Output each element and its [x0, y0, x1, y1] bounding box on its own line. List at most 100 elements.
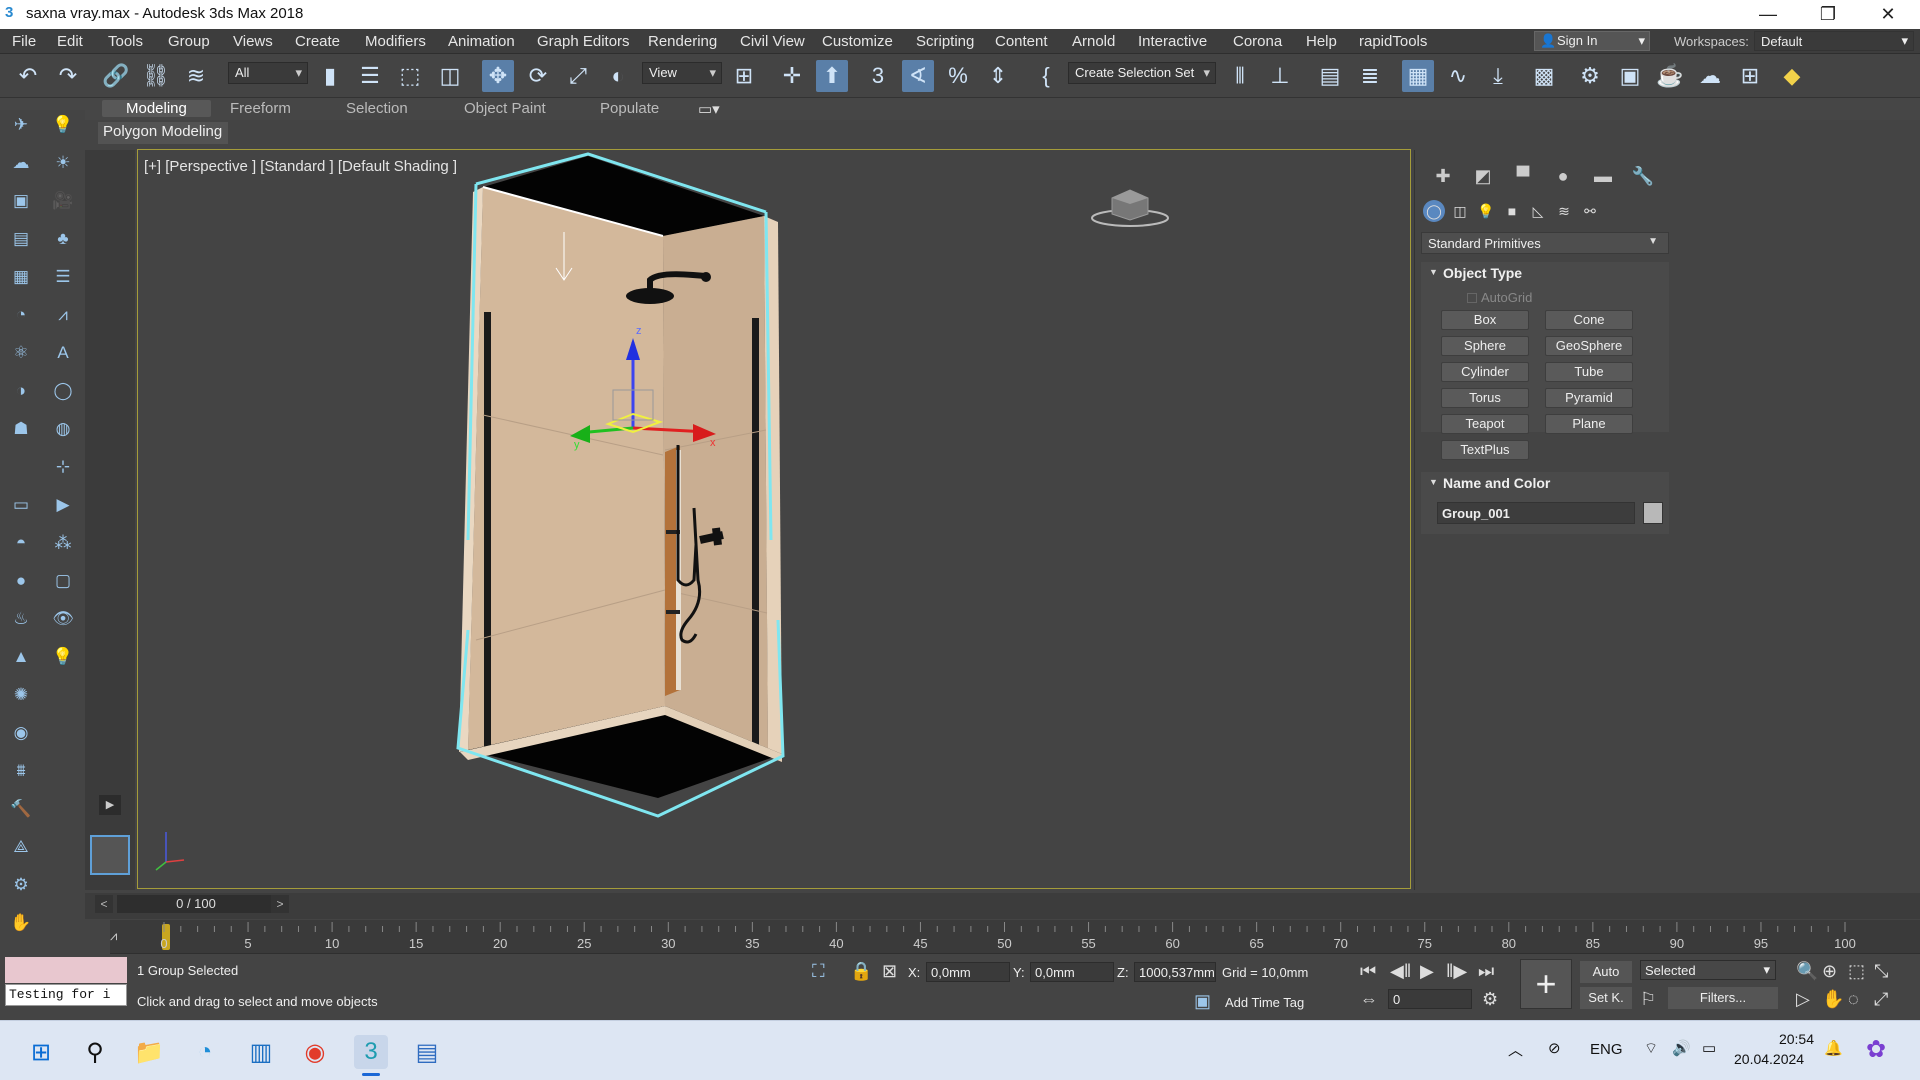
- unlink-icon[interactable]: ⛓: [140, 60, 172, 92]
- render-in-cloud-icon[interactable]: ☁: [1694, 60, 1726, 92]
- select-by-name-icon[interactable]: ☰: [354, 60, 386, 92]
- isolate-selection-icon[interactable]: ⛶: [812, 961, 825, 982]
- viewport-layout-thumb[interactable]: [90, 835, 130, 875]
- ufo-icon[interactable]: ♨: [8, 606, 34, 632]
- key-filter-selected-dropdown[interactable]: Selected ▾: [1640, 960, 1776, 980]
- list-icon[interactable]: ☰: [50, 264, 76, 290]
- set-key-button[interactable]: Set K.: [1580, 987, 1632, 1009]
- next-frame-icon[interactable]: ‖▶: [1446, 961, 1467, 982]
- go-to-start-icon[interactable]: ⏮: [1360, 961, 1376, 982]
- filters-button[interactable]: Filters...: [1668, 987, 1778, 1009]
- menu-views[interactable]: Views: [233, 33, 273, 50]
- maxscript-listener-input[interactable]: Testing for i: [5, 984, 127, 1006]
- primitive-category-dropdown[interactable]: Standard Primitives: [1421, 232, 1669, 254]
- shapes-icon[interactable]: ◫: [1449, 200, 1471, 222]
- percent-snap-icon[interactable]: %: [942, 60, 974, 92]
- tab-populate[interactable]: Populate: [600, 100, 659, 117]
- name-and-color-header[interactable]: Name and Color: [1421, 472, 1669, 494]
- workspace-dropdown[interactable]: Default ▾: [1754, 31, 1914, 51]
- close-button[interactable]: ✕: [1860, 0, 1916, 29]
- textplus-button[interactable]: TextPlus: [1441, 440, 1529, 460]
- named-selection-set-dropdown[interactable]: Create Selection Set: [1068, 62, 1216, 84]
- volume-icon[interactable]: 🔊: [1672, 1039, 1691, 1057]
- key-mode-icon[interactable]: ⚐: [1640, 989, 1656, 1010]
- show-hidden-icons-icon[interactable]: ︿: [1508, 1039, 1523, 1060]
- bind-space-warp-icon[interactable]: ≋: [180, 60, 212, 92]
- layer-explorer-icon[interactable]: ≣: [1354, 60, 1386, 92]
- zoom-all-icon[interactable]: ⊕: [1822, 961, 1837, 982]
- schematic-view-icon[interactable]: ⤓: [1482, 60, 1514, 92]
- menu-edit[interactable]: Edit: [57, 33, 83, 50]
- keyboard-shortcut-override-icon[interactable]: ⬆: [816, 60, 848, 92]
- ring-icon[interactable]: ◯: [50, 378, 76, 404]
- lock-selection-icon[interactable]: 🔒: [850, 961, 872, 982]
- edge-browser-icon[interactable]: ◔: [188, 1035, 222, 1069]
- selection-filter-dropdown[interactable]: All: [228, 62, 308, 84]
- tab-freeform[interactable]: Freeform: [230, 100, 291, 117]
- mirror-icon[interactable]: ⫴: [1224, 60, 1256, 92]
- zoom-extents-all-icon[interactable]: ⤡: [1874, 961, 1888, 982]
- bulb-icon[interactable]: 💡: [50, 644, 76, 670]
- letter-a-icon[interactable]: A: [50, 340, 76, 366]
- menu-scripting[interactable]: Scripting: [916, 33, 974, 50]
- toggle-ribbon-icon[interactable]: ▦: [1402, 60, 1434, 92]
- grid-icon[interactable]: ▦: [8, 264, 34, 290]
- language-indicator[interactable]: ENG: [1590, 1041, 1623, 1058]
- play-icon[interactable]: ▶: [1420, 961, 1434, 982]
- windows-start-icon[interactable]: ⊞: [24, 1035, 58, 1069]
- sound-icon[interactable]: ◑: [8, 378, 34, 404]
- time-config-arrows-icon[interactable]: ⇔: [1360, 989, 1378, 1010]
- set-key-big-button[interactable]: +: [1520, 959, 1572, 1009]
- orbit-icon[interactable]: ◌: [1848, 989, 1859, 1010]
- pan-view-icon[interactable]: ✋: [1822, 989, 1844, 1010]
- go-to-end-icon[interactable]: ⏭: [1478, 961, 1494, 982]
- eye-icon[interactable]: 👁: [50, 606, 76, 632]
- file-explorer-icon[interactable]: 📁: [132, 1035, 166, 1069]
- helpers-icon[interactable]: ◺: [1527, 200, 1549, 222]
- select-manipulate-icon[interactable]: ✛: [776, 60, 808, 92]
- teapot-button[interactable]: Teapot: [1441, 414, 1529, 434]
- hierarchy-tab-icon[interactable]: ▀: [1507, 162, 1539, 190]
- tab-object-paint[interactable]: Object Paint: [464, 100, 546, 117]
- menu-file[interactable]: File: [12, 33, 36, 50]
- document-icon[interactable]: ▤: [8, 226, 34, 252]
- align-icon[interactable]: ⊥: [1264, 60, 1296, 92]
- tab-modeling[interactable]: Modeling: [102, 100, 211, 117]
- perspective-viewport[interactable]: z x y [+] [Perspective ] [Standard ] [De…: [137, 149, 1411, 889]
- render-production-icon[interactable]: ☕: [1654, 60, 1686, 92]
- add-time-tag[interactable]: Add Time Tag: [1225, 995, 1304, 1010]
- absolute-mode-icon[interactable]: ⊠: [882, 961, 897, 982]
- hammer-icon[interactable]: 🔨: [8, 796, 34, 822]
- time-next-button[interactable]: >: [271, 895, 289, 913]
- geosphere-button[interactable]: GeoSphere: [1545, 336, 1633, 356]
- menu-rapidtools[interactable]: rapidTools: [1359, 33, 1427, 50]
- robot-icon[interactable]: ☗: [8, 416, 34, 442]
- hand-icon[interactable]: ✋: [8, 910, 34, 936]
- time-slider-handle[interactable]: 0 / 100: [117, 895, 275, 913]
- sphere-icon[interactable]: ●: [8, 568, 34, 594]
- stairs-icon[interactable]: ⩩: [8, 758, 34, 784]
- autogrid-checkbox[interactable]: [1467, 293, 1477, 303]
- plane-icon[interactable]: ✈: [8, 112, 34, 138]
- field-of-view-icon[interactable]: ▷: [1796, 989, 1810, 1010]
- viewport-label[interactable]: [+] [Perspective ] [Standard ] [Default …: [144, 158, 457, 175]
- film-icon[interactable]: ▶: [50, 492, 76, 518]
- pyramid-button[interactable]: Pyramid: [1545, 388, 1633, 408]
- expand-layout-icon[interactable]: ▶: [99, 795, 121, 815]
- select-and-rotate-icon[interactable]: ⟳: [522, 60, 554, 92]
- rapidtools-icon[interactable]: ◆: [1776, 60, 1808, 92]
- select-and-scale-icon[interactable]: ⤢: [562, 60, 594, 92]
- viewport-scene[interactable]: z x y: [138, 150, 1411, 889]
- menu-arnold[interactable]: Arnold: [1072, 33, 1115, 50]
- redo-icon[interactable]: ↷: [52, 60, 84, 92]
- menu-customize[interactable]: Customize: [822, 33, 893, 50]
- search-icon[interactable]: ⚲: [78, 1035, 112, 1069]
- render-setup-icon[interactable]: ⚙: [1574, 60, 1606, 92]
- cone-icon[interactable]: ▲: [8, 644, 34, 670]
- zoom-icon[interactable]: 🔍: [1796, 961, 1818, 982]
- maxscript-listener-output[interactable]: [5, 957, 127, 983]
- space-warps-icon[interactable]: ≋: [1553, 200, 1575, 222]
- ribbon-options-icon[interactable]: ▭▾: [698, 100, 720, 118]
- gear-icon[interactable]: ⚙: [8, 872, 34, 898]
- spinner-snap-icon[interactable]: ⇕: [982, 60, 1014, 92]
